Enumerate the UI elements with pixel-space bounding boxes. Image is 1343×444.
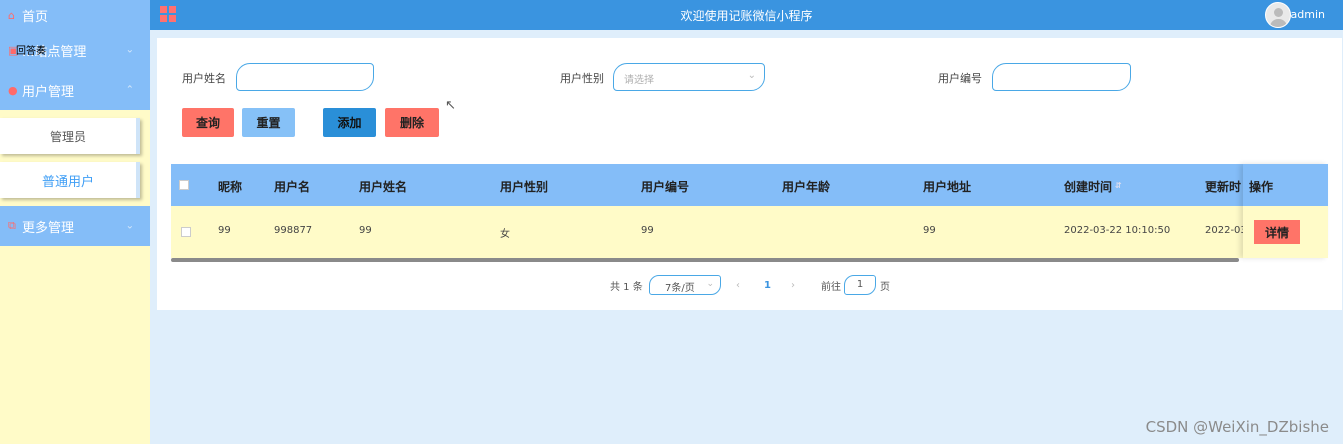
col-gender: 用户性别 — [500, 180, 549, 194]
menu-user-management[interactable]: ● 用户管理 ⌃ — [0, 70, 150, 110]
gender-label: 用户性别 — [560, 72, 604, 85]
user-icon: ● — [8, 83, 18, 97]
home-icon: ⌂ — [8, 8, 15, 22]
copy-icon: ⧉ — [8, 219, 16, 232]
menu-more-label: 更多管理 — [22, 220, 75, 236]
name-input[interactable] — [236, 63, 374, 91]
user-submenu: 管理员 普通用户 — [0, 110, 150, 198]
cell-name: 99 — [359, 225, 372, 236]
col-username: 用户名 — [274, 180, 311, 194]
col-age: 用户年龄 — [782, 180, 831, 194]
col-address: 用户地址 — [923, 180, 972, 194]
col-name: 用户姓名 — [359, 180, 408, 194]
select-all-checkbox[interactable] — [179, 180, 189, 190]
menu-user-label: 用户管理 — [22, 84, 75, 100]
watermark: CSDN @WeiXin_DZbishe — [1145, 418, 1329, 436]
page-number-current[interactable]: 1 — [764, 275, 771, 295]
goto-label: 前往 — [821, 281, 841, 293]
cell-nickname: 99 — [218, 225, 231, 236]
cell-gender: 女 — [500, 229, 510, 240]
username-label[interactable]: admin — [1291, 8, 1325, 21]
query-button[interactable]: 查询 — [182, 108, 234, 137]
sort-icon[interactable]: ⇵ — [1115, 181, 1122, 190]
submenu-admin[interactable]: 管理员 — [0, 118, 140, 154]
menu-home[interactable]: ⌂ 首页 — [0, 0, 150, 30]
pagination-total: 共 1 条 — [610, 281, 643, 293]
chevron-up-icon: ⌃ — [125, 84, 134, 96]
submenu-normal-user[interactable]: 普通用户 — [0, 162, 140, 198]
mouse-cursor-icon: ↖ — [445, 98, 456, 113]
chevron-down-icon: ⌄ — [125, 220, 134, 232]
goto-page-input[interactable]: 1 — [844, 275, 876, 295]
horizontal-scrollbar[interactable] — [171, 258, 1239, 262]
row-checkbox[interactable] — [181, 227, 191, 237]
sidebar: ⌂ 首页 ▣ ...站点管理 ⌄ ● 用户管理 ⌃ 管理员 普通用户 ⧉ 更多管… — [0, 0, 150, 444]
table-row: 99 998877 99 女 99 99 2022-03-22 10:10:50… — [171, 206, 1327, 258]
cell-username: 998877 — [274, 225, 313, 236]
cell-created: 2022-03-22 10:10:50 — [1064, 225, 1171, 236]
avatar[interactable] — [1265, 2, 1291, 28]
page-size-select[interactable]: 7条/页 ⌄ — [649, 275, 721, 295]
number-input[interactable] — [992, 63, 1131, 91]
main-panel: 用户姓名 用户性别 请选择 ⌄ 用户编号 查询 重置 添加 删除 ↖ 昵称 用户… — [157, 38, 1342, 310]
top-header: 欢迎使用记账微信小程序 admin — [150, 0, 1343, 30]
cell-updated: 2022-03 — [1205, 225, 1247, 236]
col-operation: 操作 — [1243, 164, 1328, 206]
overlay-text: 回答奏 — [16, 46, 46, 57]
reset-button[interactable]: 重置 — [242, 108, 295, 137]
add-button[interactable]: 添加 — [323, 108, 376, 137]
cell-address: 99 — [923, 225, 936, 236]
table-header: 昵称 用户名 用户姓名 用户性别 用户编号 用户年龄 用户地址 创建时间 ⇵ 更… — [171, 164, 1327, 206]
chevron-down-icon: ⌄ — [125, 44, 134, 56]
col-nickname: 昵称 — [218, 180, 243, 194]
operation-column: 操作 详情 — [1243, 164, 1328, 258]
name-label: 用户姓名 — [182, 72, 226, 85]
col-updated: 更新时 — [1205, 180, 1242, 194]
detail-button[interactable]: 详情 — [1254, 220, 1300, 244]
gender-select[interactable]: 请选择 ⌄ — [613, 63, 765, 91]
cell-number: 99 — [641, 225, 654, 236]
header-title: 欢迎使用记账微信小程序 — [680, 9, 813, 23]
page-size-value: 7条/页 — [665, 283, 695, 294]
page-suffix: 页 — [880, 281, 890, 293]
menu-home-label: 首页 — [22, 9, 49, 25]
col-created[interactable]: 创建时间 — [1064, 178, 1112, 195]
number-label: 用户编号 — [938, 72, 982, 85]
prev-page-icon[interactable]: ‹ — [736, 275, 740, 295]
chevron-down-icon: ⌄ — [706, 279, 714, 289]
menu-more-management[interactable]: ⧉ 更多管理 ⌄ — [0, 206, 150, 246]
delete-button[interactable]: 删除 — [385, 108, 439, 137]
gender-placeholder: 请选择 — [624, 75, 654, 86]
chevron-down-icon: ⌄ — [747, 70, 756, 81]
col-number: 用户编号 — [641, 180, 690, 194]
next-page-icon[interactable]: › — [791, 275, 795, 295]
